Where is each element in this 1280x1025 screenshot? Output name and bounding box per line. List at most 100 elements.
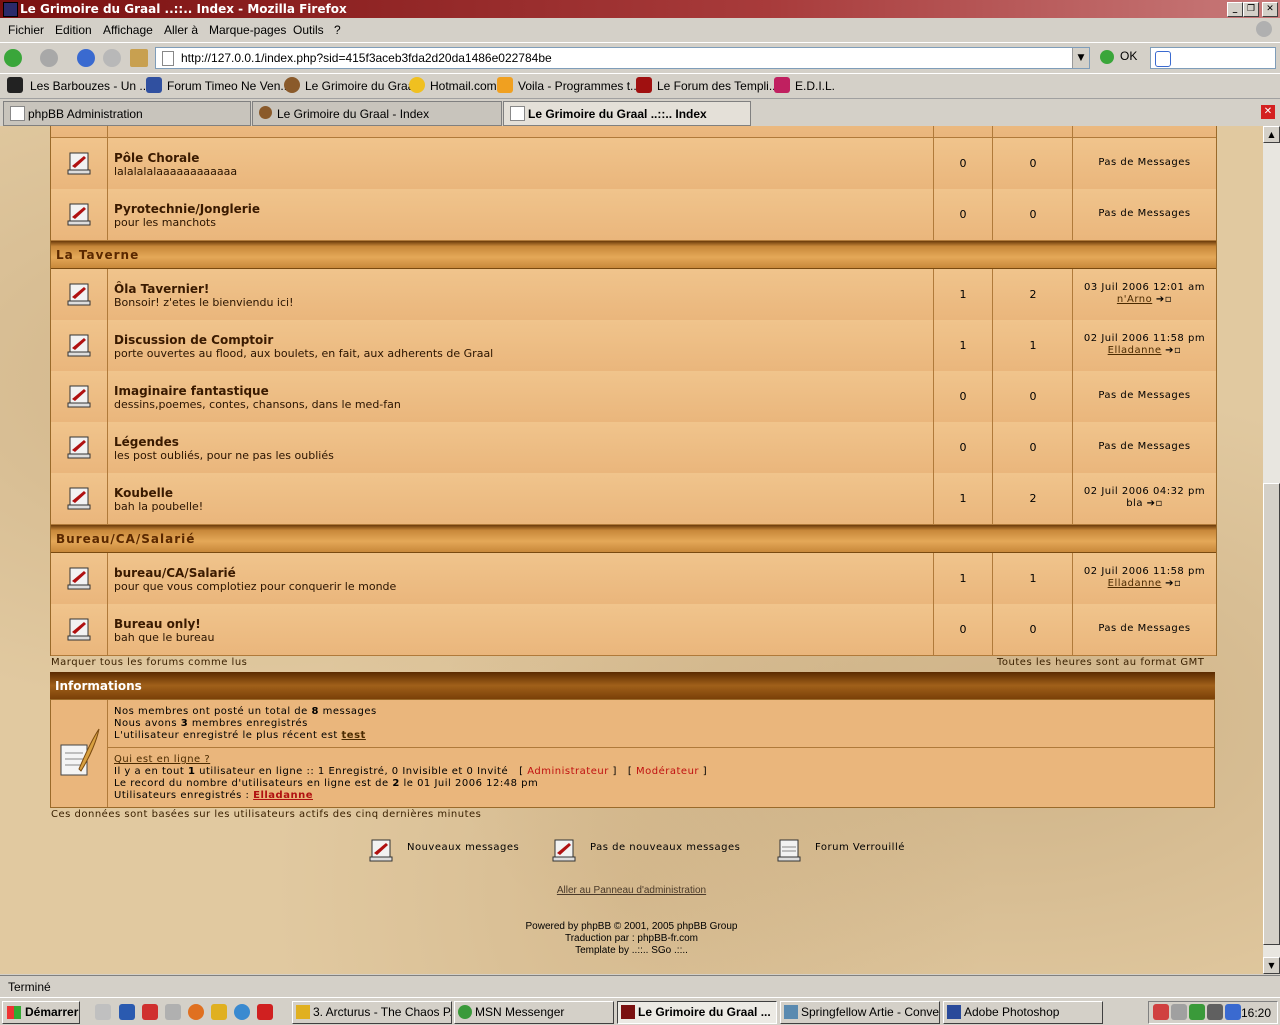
quicklaunch-icon[interactable] [119,1004,135,1020]
new-posts-icon [67,334,91,357]
google-icon [1155,51,1171,67]
category-title[interactable]: La Taverne [56,248,139,262]
bookmark-hotmail[interactable]: Hotmail.com [430,79,497,93]
tab-grimoire-index[interactable]: Le Grimoire du Graal - Index [252,101,502,126]
tab-grimoire-active[interactable]: Le Grimoire du Graal ..::.. Index [503,101,751,126]
forum-title[interactable]: Pôle Chorale [114,151,199,165]
last-post-author[interactable]: Elladanne [1108,578,1162,589]
go-icon [1100,49,1114,64]
scroll-down-icon[interactable]: ▼ [1263,957,1280,974]
topics-count: 1 [959,288,967,301]
quicklaunch-icon[interactable] [142,1004,158,1020]
menu-help[interactable]: ? [334,23,341,37]
home-icon[interactable] [130,49,148,67]
bookmark-grimoire[interactable]: Le Grimoire du Graal [305,79,417,93]
who-online-label[interactable]: Qui est en ligne ? [114,754,210,765]
bookmark-edil[interactable]: E.D.I.L. [795,79,835,93]
who-online-link[interactable]: Qui est en ligne ? [114,754,210,765]
forum-title[interactable]: Imaginaire fantastique [114,384,269,398]
bookmark-barbouzes[interactable]: Les Barbouzes - Un ... [30,79,149,93]
forward-icon[interactable] [40,49,58,67]
task-msn[interactable]: MSN Messenger [454,1001,614,1024]
info-header: Informations [50,672,1215,699]
last-post-author[interactable]: Elladanne [1108,345,1162,356]
stop-icon[interactable] [103,49,121,67]
tray-icon[interactable] [1225,1004,1241,1020]
quicklaunch-icon[interactable] [95,1004,111,1020]
menu-marque-pages[interactable]: Marque-pages [209,23,286,37]
forum-title[interactable]: Discussion de Comptoir [114,333,273,347]
quicklaunch-icon[interactable] [234,1004,250,1020]
category-title[interactable]: Bureau/CA/Salarié [56,532,195,546]
task-conversation[interactable]: Springfellow Artie - Conver... [780,1001,940,1024]
posts-count: 0 [1029,441,1037,454]
menu-edition[interactable]: Edition [55,23,92,37]
msn-icon [458,1005,472,1019]
forum-title[interactable]: Koubelle [114,486,173,500]
minimize-button[interactable]: _ [1227,2,1243,17]
bookmark-templiers[interactable]: Le Forum des Templi... [657,79,779,93]
menu-affichage[interactable]: Affichage [103,23,153,37]
goto-last-post-icon[interactable]: ➔▫ [1165,345,1181,357]
menu-aller[interactable]: Aller à [164,23,198,37]
last-post-author[interactable]: n'Arno [1117,294,1152,305]
reload-icon[interactable] [77,49,95,67]
forum-title[interactable]: Ôla Tavernier! [114,282,209,296]
forum-title[interactable]: Légendes [114,435,179,449]
newest-user-link[interactable]: test [342,730,366,741]
task-winamp[interactable]: 3. Arcturus - The Chaos P... [292,1001,452,1024]
firefox-icon[interactable] [188,1004,204,1020]
menu-fichier[interactable]: Fichier [8,23,44,37]
bookmark-timeo[interactable]: Forum Timeo Ne Ven... [167,79,290,93]
go-button[interactable]: OK [1100,49,1137,64]
task-photoshop[interactable]: Adobe Photoshop [943,1001,1103,1024]
status-text: Terminé [8,980,51,994]
back-icon[interactable] [4,49,22,67]
goto-last-post-icon[interactable]: ➔▫ [1165,578,1181,590]
mark-all-read-link[interactable]: Marquer tous les forums comme lus [51,657,247,668]
scroll-up-icon[interactable]: ▲ [1263,126,1280,143]
search-input[interactable] [1150,47,1276,69]
last-post: 02 Juil 2006 11:58 pm Elladanne ➔▫ [1073,333,1216,357]
admin-panel-label[interactable]: Aller au Panneau d'administration [557,885,706,896]
scroll-thumb[interactable] [1263,483,1280,945]
url-text[interactable]: http://127.0.0.1/index.php?sid=415f3aceb… [181,51,552,65]
volume-icon[interactable] [1171,1004,1187,1020]
tray-icon[interactable] [1207,1004,1223,1020]
forum-description: bah que le bureau [114,631,215,644]
vertical-scrollbar[interactable]: ▲ ▼ [1263,126,1280,974]
tab-phpbb-admin[interactable]: phpBB Administration [3,101,251,126]
page-content: Pôle Chorale lalalalalaaaaaaaaaaaa 0 0 P… [0,126,1263,974]
menu-outils[interactable]: Outils [293,23,324,37]
forum-row: Koubelle bah la poubelle! 1 2 02 Juil 20… [51,473,1216,525]
task-firefox[interactable]: Le Grimoire du Graal ... [617,1001,777,1024]
last-post: Pas de Messages [1098,390,1191,401]
forum-title[interactable]: Bureau only! [114,617,201,631]
goto-last-post-icon[interactable]: ➔▫ [1156,294,1172,306]
category-header[interactable]: La Taverne [51,241,1216,269]
forum-title[interactable]: Pyrotechnie/Jonglerie [114,202,260,216]
url-dropdown-icon[interactable]: ▼ [1072,48,1089,68]
close-tab-icon[interactable]: ✕ [1261,105,1275,119]
online-user-link[interactable]: Elladanne [253,790,313,801]
quicklaunch-icon[interactable] [211,1004,227,1020]
forum-description: porte ouvertes au flood, aux boulets, en… [114,347,494,360]
forum-title[interactable]: bureau/CA/Salarié [114,566,236,580]
category-header[interactable]: Bureau/CA/Salarié [51,525,1216,553]
close-button[interactable]: ✕ [1262,2,1278,17]
topics-count: 1 [959,492,967,505]
tray-icon[interactable] [1153,1004,1169,1020]
url-bar[interactable]: http://127.0.0.1/index.php?sid=415f3aceb… [155,47,1090,69]
tray-icon[interactable] [1189,1004,1205,1020]
info-title: Informations [55,679,142,693]
quicklaunch-icon[interactable] [257,1004,273,1020]
bookmark-icon [284,77,300,93]
start-button[interactable]: Démarrer [2,1001,80,1024]
goto-last-post-icon[interactable]: ➔▫ [1147,498,1163,510]
maximize-button[interactable]: ❐ [1243,2,1259,17]
forum-description: lalalalalaaaaaaaaaaaa [114,165,238,178]
quicklaunch-icon[interactable] [165,1004,181,1020]
forum-row: Légendes les post oubliés, pour ne pas l… [51,422,1216,474]
bookmark-voila[interactable]: Voila - Programmes t... [518,79,640,93]
admin-panel-link[interactable]: Aller au Panneau d'administration [0,885,1263,896]
